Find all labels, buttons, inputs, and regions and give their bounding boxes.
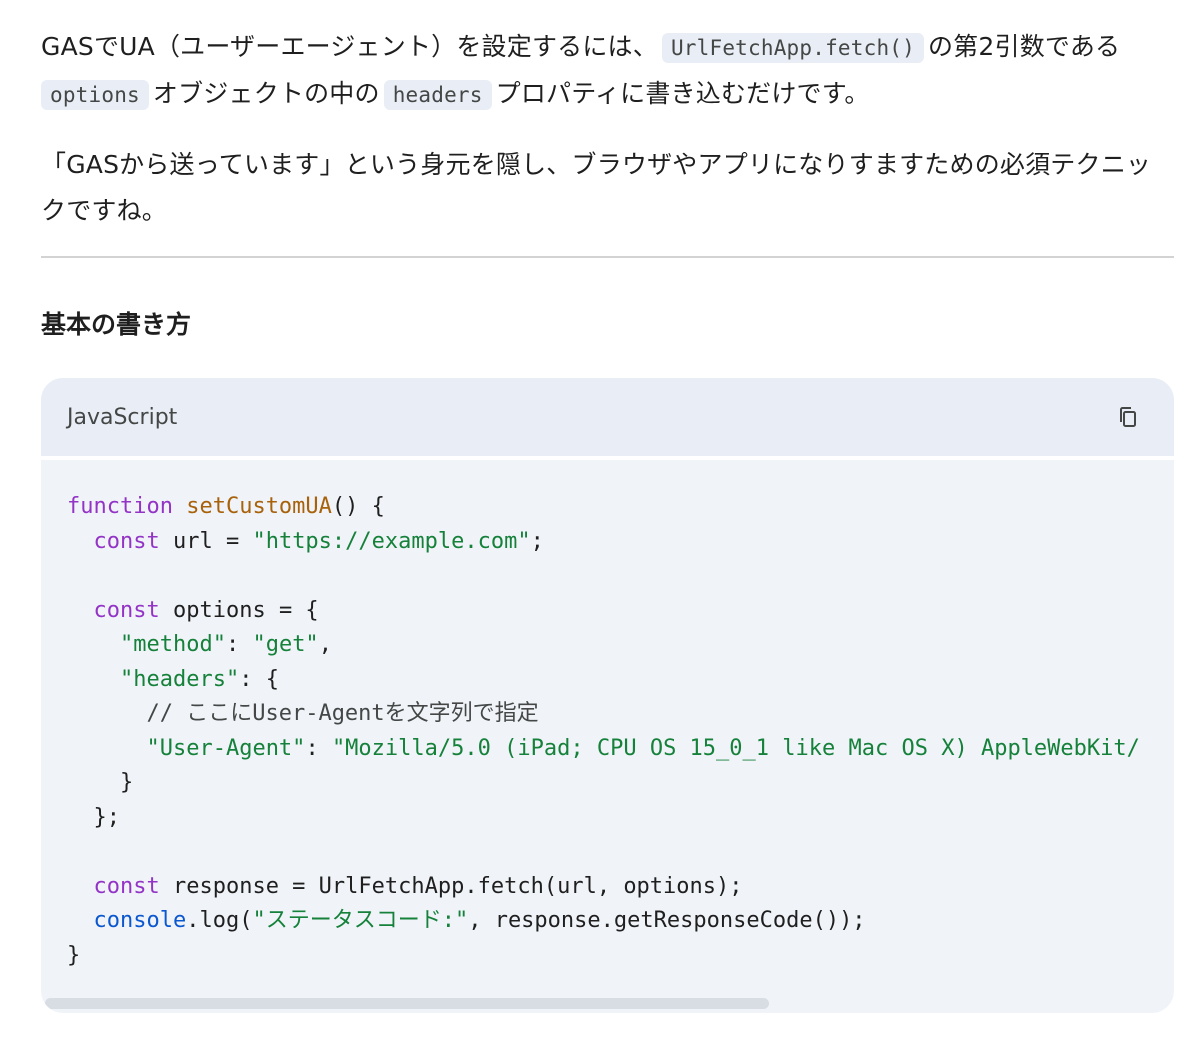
code-token: , bbox=[318, 632, 332, 657]
section-heading: 基本の書き方 bbox=[41, 310, 192, 339]
code-token: : bbox=[225, 632, 253, 657]
function-name: setCustomUA bbox=[186, 494, 332, 519]
code-token: response = UrlFetchApp.fetch(url, option… bbox=[159, 873, 743, 899]
code-comment: // ここにUser-Agentを文字列で指定 bbox=[146, 701, 539, 726]
code-token: : bbox=[305, 735, 332, 761]
inline-code-headers: headers bbox=[383, 80, 492, 110]
code-line-13: console.log("ステータスコード:", response.getRes… bbox=[67, 904, 1174, 939]
intro-paragraph-1: GASでUA（ユーザーエージェント）を設定するには、 UrlFetchApp.fe… bbox=[41, 24, 1174, 118]
string-literal: "method" bbox=[119, 632, 226, 657]
keyword-const: const bbox=[93, 597, 160, 623]
code-line-4: const options = { bbox=[67, 594, 1174, 629]
code-block: JavaScript function setCustomUA() { cons… bbox=[41, 378, 1174, 1013]
intro-text-a: GASでUA（ユーザーエージェント）を設定するには、 bbox=[41, 32, 658, 61]
code-block-header: JavaScript bbox=[41, 378, 1174, 456]
horizontal-scrollbar[interactable] bbox=[45, 998, 769, 1009]
keyword-const: const bbox=[93, 528, 160, 554]
code-line-14: } bbox=[67, 939, 1174, 974]
code-line-1: function setCustomUA() { bbox=[67, 490, 1174, 525]
code-token: () { bbox=[331, 494, 385, 519]
code-line-2: const url = "https://example.com"; bbox=[67, 525, 1174, 560]
intro-text-d: プロパティに書き込むだけです。 bbox=[495, 79, 870, 108]
code-line-9: } bbox=[67, 766, 1174, 801]
copy-icon bbox=[1120, 407, 1136, 427]
string-literal: "Mozilla/5.0 (iPad; CPU OS 15_0_1 like M… bbox=[331, 735, 1140, 761]
code-token: ; bbox=[530, 528, 544, 554]
code-language-label: JavaScript bbox=[67, 404, 178, 430]
code-token: , response.getResponseCode()); bbox=[468, 908, 866, 933]
intro-text-c: オブジェクトの中の bbox=[152, 79, 380, 108]
code-token: options = { bbox=[159, 597, 319, 623]
string-literal: "ステータスコード:" bbox=[252, 908, 469, 933]
code-line-5: "method": "get", bbox=[67, 628, 1174, 663]
code-token: url = bbox=[159, 528, 253, 554]
code-line-8: "User-Agent": "Mozilla/5.0 (iPad; CPU OS… bbox=[67, 732, 1174, 767]
code-line-6: "headers": { bbox=[67, 663, 1174, 698]
string-literal: "https://example.com" bbox=[252, 528, 531, 554]
horizontal-divider bbox=[41, 256, 1174, 258]
string-literal: "headers" bbox=[119, 666, 240, 692]
intro-text-b: の第2引数である bbox=[927, 32, 1121, 61]
inline-code-options: options bbox=[41, 80, 149, 110]
code-token: : { bbox=[239, 666, 279, 692]
intro-paragraph-2: 「GASから送っています」という身元を隠し、ブラウザやアプリになりすますための必… bbox=[41, 150, 1152, 225]
code-token: } bbox=[67, 942, 81, 968]
code-body: function setCustomUA() { const url = "ht… bbox=[41, 460, 1174, 973]
string-literal: "get" bbox=[252, 632, 319, 657]
code-line-7: // ここにUser-Agentを文字列で指定 bbox=[67, 697, 1174, 732]
console-object: console bbox=[93, 908, 187, 933]
keyword-function: function bbox=[67, 494, 173, 519]
code-line-12: const response = UrlFetchApp.fetch(url, … bbox=[67, 870, 1174, 905]
code-line-10: }; bbox=[67, 801, 1174, 836]
code-token: .log( bbox=[186, 908, 253, 933]
string-literal: "User-Agent" bbox=[146, 735, 306, 761]
code-token: } bbox=[119, 770, 134, 795]
article-content: GASでUA（ユーザーエージェント）を設定するには、 UrlFetchApp.fe… bbox=[41, 24, 1174, 1013]
code-token: }; bbox=[93, 804, 121, 830]
keyword-const: const bbox=[93, 873, 160, 899]
copy-code-button[interactable] bbox=[1108, 397, 1148, 437]
inline-code-urlfetchapp-fetch: UrlFetchApp.fetch() bbox=[661, 33, 924, 63]
